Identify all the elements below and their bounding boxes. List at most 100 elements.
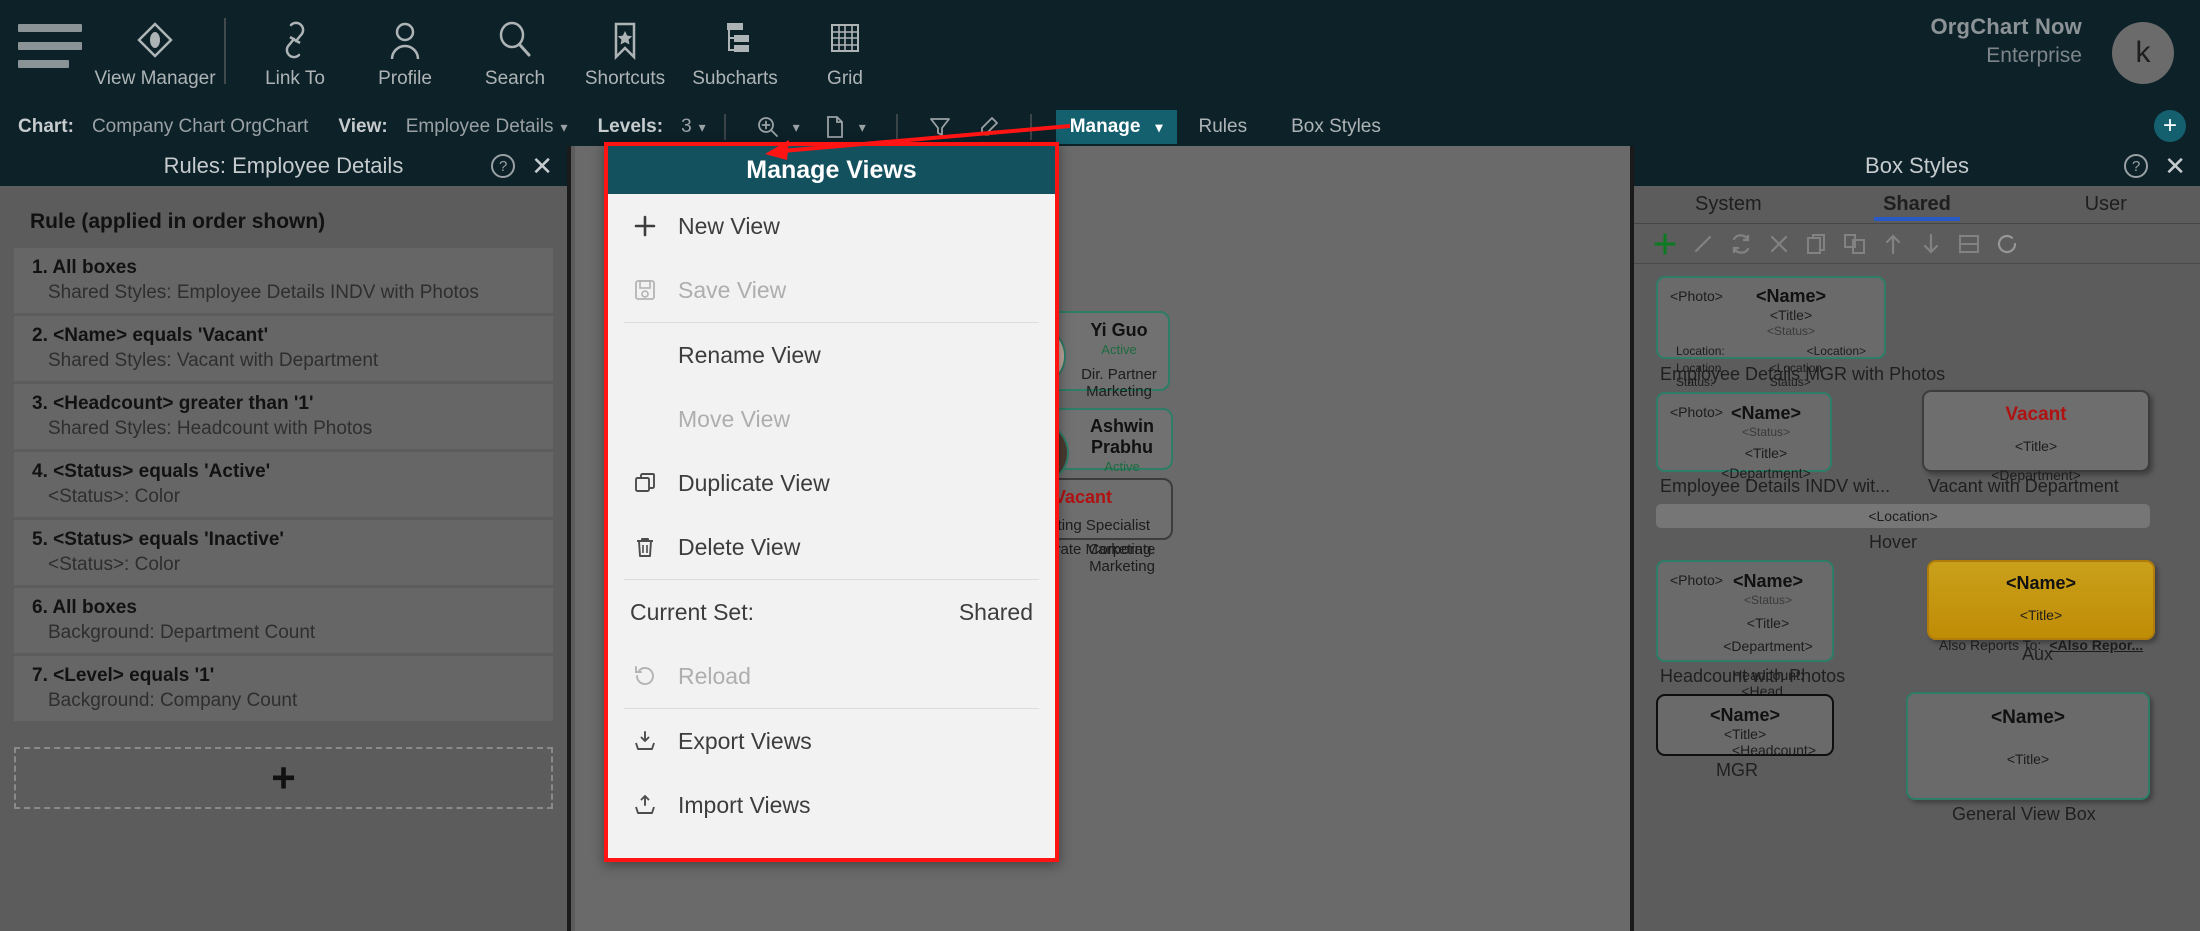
brand-name: OrgChart Now <box>1930 14 2082 39</box>
chart-label: Chart: <box>18 116 74 137</box>
toolbar-item-view-manager[interactable]: View Manager <box>94 0 216 100</box>
page-icon[interactable]: ▾ <box>812 115 878 139</box>
menu-item-duplicate-view[interactable]: Duplicate View <box>608 451 1055 515</box>
menu-item-import-views[interactable]: Import Views <box>608 773 1055 837</box>
hamburger-icon[interactable] <box>18 24 82 68</box>
style-preview-box-general[interactable]: <Name> <Title> <box>1906 692 2150 800</box>
panel-header-icons: ? ✕ <box>2124 153 2186 179</box>
chart-value[interactable]: Company Chart OrgChart <box>92 116 308 138</box>
zoom-in-icon[interactable]: ▾ <box>744 115 812 139</box>
style-caption: Employee Details INDV wit... <box>1660 476 1891 496</box>
rule-row[interactable]: 4. <Status> equals 'Active' <Status>: Co… <box>14 452 553 517</box>
box-styles-title: Box Styles <box>1865 153 1969 178</box>
manage-views-title: Manage Views <box>608 146 1055 194</box>
style-preview-box[interactable]: <Photo> <Name> <Status> <Title> <Departm… <box>1656 560 1834 699</box>
menu-item-export-views[interactable]: Export Views <box>608 709 1055 773</box>
tab-system[interactable]: System <box>1634 193 1823 216</box>
person-icon <box>385 16 425 64</box>
trash-icon <box>630 535 660 559</box>
close-icon[interactable] <box>1762 227 1796 261</box>
rules-panel: Rules: Employee Details ? ✕ Rule (applie… <box>0 146 571 931</box>
current-set-row: Current Set: Shared <box>608 580 1055 644</box>
question-circle-icon[interactable]: ? <box>491 154 516 178</box>
toolbar-item-link-to[interactable]: Link To <box>240 0 350 100</box>
menu-item-label: Move View <box>678 405 791 432</box>
add-button[interactable]: + <box>2154 110 2186 142</box>
levels-value[interactable]: 3 <box>681 116 692 138</box>
view-label: View: <box>338 116 388 137</box>
style-name: Vacant <box>2005 404 2067 425</box>
menu-item-save-view: Save View <box>608 258 1055 322</box>
manage-button[interactable]: Manage ▾ <box>1055 110 1177 144</box>
style-caption: Headcount with Photos <box>1660 666 1846 686</box>
style-photo-placeholder: <Photo> <box>1670 288 1723 304</box>
toolbar-item-subcharts[interactable]: Subcharts <box>680 0 790 100</box>
highlighter-icon[interactable] <box>964 115 1012 139</box>
save-icon[interactable] <box>1952 227 1986 261</box>
style-title: <Title> <box>1746 615 1790 631</box>
menu-item-rename-view[interactable]: Rename View <box>608 323 1055 387</box>
toolbar-label: Shortcuts <box>584 68 666 89</box>
subchart-icon <box>715 16 755 64</box>
rule-row[interactable]: 5. <Status> equals 'Inactive' <Status>: … <box>14 520 553 585</box>
style-title: <Title> <box>2014 438 2058 454</box>
rules-column-header: Rule (applied in order shown) <box>30 210 326 233</box>
arrow-down-icon[interactable] <box>1914 227 1948 261</box>
close-icon[interactable]: ✕ <box>531 153 553 179</box>
box-styles-button[interactable]: Box Styles <box>1269 116 1403 138</box>
rule-detail: <Status>: Color <box>48 554 181 575</box>
close-icon[interactable]: ✕ <box>2164 153 2186 179</box>
rule-detail: Background: Department Count <box>48 622 316 643</box>
menu-item-label: Save View <box>678 276 787 303</box>
menu-item-move-view: Move View <box>608 387 1055 451</box>
chevron-down-icon: ▾ <box>792 118 800 135</box>
pencil-icon[interactable] <box>1686 227 1720 261</box>
view-value[interactable]: Employee Details <box>406 116 554 138</box>
grid-icon <box>825 16 865 64</box>
style-preview-box[interactable]: <Photo> <Name> <Title> <Status> Location… <box>1656 276 1886 389</box>
toolbar-item-shortcuts[interactable]: Shortcuts <box>570 0 680 100</box>
rule-row[interactable]: 1. All boxes Shared Styles: Employee Det… <box>14 248 553 313</box>
tab-shared[interactable]: Shared <box>1823 193 2012 216</box>
style-name: <Name> <box>2005 573 2077 593</box>
funnel-icon[interactable] <box>916 115 964 139</box>
rules-button[interactable]: Rules <box>1177 116 1270 138</box>
undo-icon[interactable] <box>1990 227 2024 261</box>
chevron-down-icon[interactable]: ▾ <box>699 119 706 136</box>
style-preview-box-vacant[interactable]: Vacant <Title> <Department> <box>1922 390 2150 483</box>
avatar[interactable]: k <box>2112 22 2174 84</box>
also-reports-value: <Also Repor... <box>2049 637 2144 653</box>
menu-item-label: Import Views <box>678 791 811 818</box>
menu-item-delete-view[interactable]: Delete View <box>608 515 1055 579</box>
toolbar-item-grid[interactable]: Grid <box>790 0 900 100</box>
rule-row[interactable]: 3. <Headcount> greater than '1' Shared S… <box>14 384 553 449</box>
rule-row[interactable]: 7. <Level> equals '1' Background: Compan… <box>14 656 553 721</box>
copy-icon[interactable] <box>1800 227 1834 261</box>
plus-icon[interactable] <box>1648 227 1682 261</box>
style-preview-box-aux[interactable]: <Name> <Title> Also Reports To: <Also Re… <box>1927 560 2155 653</box>
tab-user[interactable]: User <box>2011 193 2200 216</box>
rule-row[interactable]: 6. All boxes Background: Department Coun… <box>14 588 553 653</box>
style-caption: MGR <box>1716 760 1758 780</box>
add-rule-button[interactable]: + <box>14 747 553 809</box>
plus-icon <box>630 214 660 238</box>
kv-val: <Location> <box>1806 344 1866 358</box>
menu-item-label: Export Views <box>678 727 812 754</box>
refresh-icon[interactable] <box>1724 227 1758 261</box>
toolbar-item-profile[interactable]: Profile <box>350 0 460 100</box>
arrow-up-icon[interactable] <box>1876 227 1910 261</box>
style-preview-box-mgr[interactable]: <Name> <Title> <Headcount> <box>1656 694 1834 758</box>
style-preview-box-hover[interactable]: <Location> <box>1656 504 2150 528</box>
menu-item-new-view[interactable]: New View <box>608 194 1055 258</box>
style-caption: Employee Details MGR with Photos <box>1660 364 1946 384</box>
rename-icon[interactable] <box>1838 227 1872 261</box>
style-preview-box[interactable]: <Photo> <Name> <Status> <Title> <Departm… <box>1656 392 1832 481</box>
bookmark-star-icon <box>605 16 645 64</box>
rule-row[interactable]: 2. <Name> equals 'Vacant' Shared Styles:… <box>14 316 553 381</box>
question-circle-icon[interactable]: ? <box>2124 154 2149 178</box>
style-title: <Title> <box>2006 751 2050 767</box>
toolbar-label: Profile <box>378 68 432 89</box>
chevron-down-icon[interactable]: ▾ <box>561 119 568 136</box>
toolbar-item-search[interactable]: Search <box>460 0 570 100</box>
style-name: <Location> <box>1868 508 1938 524</box>
